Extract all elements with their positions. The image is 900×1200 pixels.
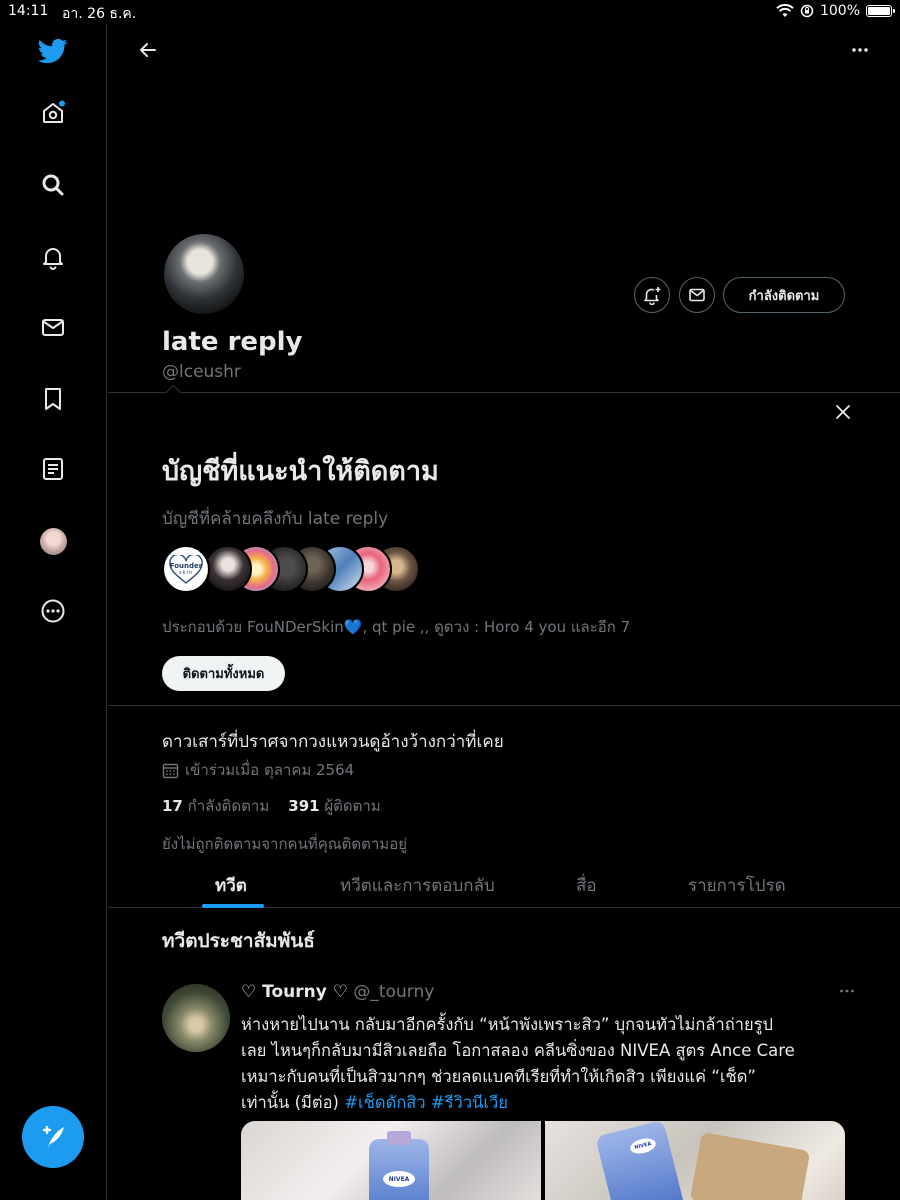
- profile-bio: ดาวเสาร์ที่ปราศจากวงแหวนดูอ้างว้างกว่าที…: [162, 732, 504, 752]
- back-arrow-icon: [140, 43, 156, 57]
- close-suggestions-button[interactable]: [830, 399, 856, 425]
- tweet-text-line: เลย ไหนๆก็กลับมามีสิวเลยถือ โอกาสลอง คลี…: [241, 1041, 795, 1060]
- tweet-text: ห่างหายไปนาน กลับมาอีกครั้งกับ “หน้าพังเ…: [241, 1012, 861, 1116]
- suggestions-description: ประกอบด้วย FouNDerSkin💙, qt pie ,, ดูดวง…: [162, 618, 631, 636]
- status-bar: 14:11 อา. 26 ธ.ค. 100%: [0, 0, 900, 24]
- follow-stats: 17 กำลังติดตาม 391 ผู้ติดตาม: [162, 794, 381, 818]
- hashtag-link[interactable]: #เช็ดดักสิว: [344, 1093, 425, 1112]
- tweet-author-avatar[interactable]: [162, 984, 230, 1052]
- following-link[interactable]: 17 กำลังติดตาม: [162, 797, 269, 815]
- bell-plus-icon: [644, 287, 661, 305]
- more-icon[interactable]: [38, 596, 68, 626]
- suggested-avatar[interactable]: [204, 545, 252, 593]
- brand-label: NIVEA: [388, 1175, 410, 1183]
- bookmarks-icon[interactable]: [38, 384, 68, 414]
- tweet-text-end: เท่านั้น (มีต่อ): [241, 1093, 339, 1112]
- notify-button[interactable]: [634, 277, 670, 313]
- tab-tweets-replies[interactable]: ทวีตและการตอบกลับ: [340, 872, 495, 899]
- more-options-button[interactable]: [845, 35, 875, 65]
- tweet-more-button[interactable]: [838, 982, 856, 1004]
- tweet-author-name[interactable]: ♡ Tourny ♡: [241, 982, 348, 1002]
- followers-link[interactable]: 391 ผู้ติดตาม: [288, 797, 380, 815]
- messages-icon[interactable]: [38, 312, 68, 342]
- founder-logo-text: Founder: [169, 562, 203, 570]
- profile-tabs: ทวีต ทวีตและการตอบกลับ สื่อ รายการโปรด: [108, 864, 900, 908]
- suggestions-subtitle: บัญชีที่คล้ายคลึงกับ late reply: [162, 509, 389, 529]
- not-followed-notice: ยังไม่ถูกติดตามจากคนที่คุณติดตามอยู่: [162, 835, 407, 853]
- profile-avatar[interactable]: [38, 526, 68, 556]
- profile-avatar-large[interactable]: [162, 232, 246, 316]
- search-icon[interactable]: [38, 170, 68, 200]
- joined-date: เข้าร่วมเมื่อ ตุลาคม 2564: [185, 761, 355, 779]
- profile-name: late reply: [162, 327, 303, 357]
- status-time: 14:11: [8, 3, 49, 19]
- wifi-icon: [776, 4, 794, 17]
- profile-handle: @lceushr: [162, 362, 241, 382]
- close-icon: [836, 405, 850, 419]
- message-button[interactable]: [679, 277, 715, 313]
- back-button[interactable]: [133, 35, 163, 65]
- compose-tweet-button[interactable]: [22, 1106, 84, 1168]
- tab-likes[interactable]: รายการโปรด: [688, 872, 786, 899]
- active-tab-indicator: [202, 904, 264, 908]
- battery-icon: [866, 5, 895, 17]
- following-count: 17: [162, 797, 183, 815]
- tweet-author-handle[interactable]: @_tourny: [353, 982, 434, 1002]
- calendar-icon: [162, 763, 179, 778]
- suggestions-title: บัญชีที่แนะนำให้ติดตาม: [162, 456, 439, 487]
- hashtag-link[interactable]: #รีวิวนีเวีย: [431, 1093, 508, 1112]
- tweet-header: ♡ Tourny ♡ @_tourny: [241, 982, 434, 1002]
- tweet-media-image[interactable]: NIVEA: [545, 1121, 845, 1200]
- tweet-media-image[interactable]: NIVEA: [241, 1121, 541, 1200]
- suggested-avatar-founderskin[interactable]: Founder skin: [162, 545, 210, 593]
- suggested-accounts-panel: บัญชีที่แนะนำให้ติดตาม บัญชีที่คล้ายคลึง…: [108, 384, 900, 706]
- following-label: กำลังติดตาม: [187, 797, 270, 815]
- following-button[interactable]: กำลังติดตาม: [723, 277, 845, 313]
- profile-main: กำลังติดตาม late reply @lceushr บัญชีที่…: [108, 24, 900, 1200]
- founder-logo-subtext: skin: [178, 570, 194, 576]
- more-horizontal-icon: [852, 48, 868, 52]
- followers-count: 391: [288, 797, 320, 815]
- followers-label: ผู้ติดตาม: [324, 797, 381, 815]
- status-date: อา. 26 ธ.ค.: [62, 6, 137, 22]
- tab-media[interactable]: สื่อ: [576, 872, 597, 899]
- status-right: 100%: [776, 3, 895, 19]
- brand-label: NIVEA: [633, 1141, 653, 1151]
- tweet-text-line: เหมาะกับคนที่เป็นสิวมากๆ ช่วยลดแบคทีเรีย…: [241, 1067, 756, 1086]
- lists-icon[interactable]: [38, 454, 68, 484]
- tweet-text-line: เท่านั้น (มีต่อ) #เช็ดดักสิว #รีวิวนีเวี…: [241, 1090, 861, 1116]
- orientation-lock-icon: [800, 4, 814, 18]
- more-horizontal-icon: [840, 989, 854, 993]
- home-icon[interactable]: [38, 98, 68, 128]
- tweet-text-line: ห่างหายไปนาน กลับมาอีกครั้งกับ “หน้าพังเ…: [241, 1015, 774, 1034]
- promoted-section-title: ทวีตประชาสัมพันธ์: [162, 930, 315, 952]
- profile-joined: เข้าร่วมเมื่อ ตุลาคม 2564: [162, 758, 354, 782]
- panel-caret: [165, 384, 182, 401]
- sidebar: [0, 24, 107, 1200]
- battery-percent: 100%: [819, 3, 860, 19]
- follow-all-button[interactable]: ติดตามทั้งหมด: [162, 656, 285, 691]
- twitter-logo-icon[interactable]: [38, 36, 68, 66]
- tab-tweets[interactable]: ทวีต: [215, 872, 247, 899]
- notifications-icon[interactable]: [38, 242, 68, 272]
- envelope-icon: [689, 288, 705, 302]
- compose-tweet-icon: [42, 1125, 64, 1148]
- suggested-avatars[interactable]: Founder skin: [162, 545, 442, 595]
